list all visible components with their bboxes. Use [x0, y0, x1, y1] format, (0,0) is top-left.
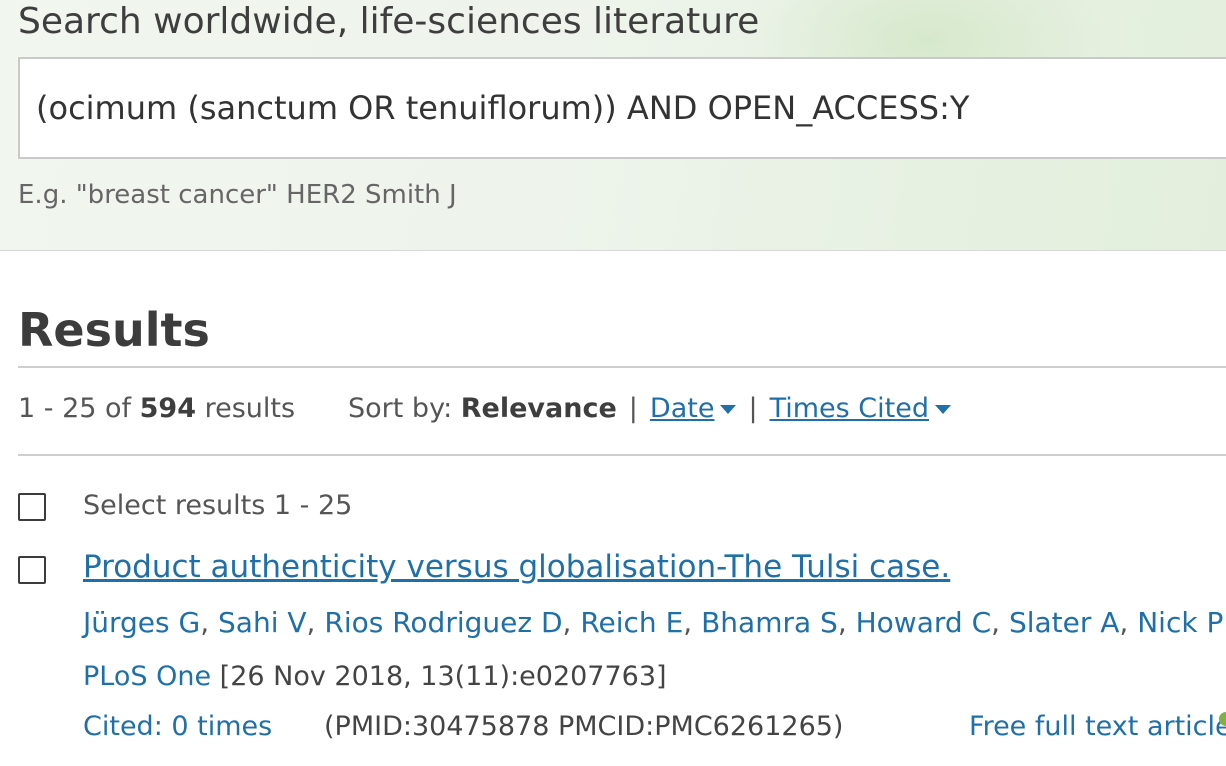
author-link[interactable]: Jürges G	[83, 606, 200, 639]
select-all-checkbox[interactable]	[18, 493, 46, 521]
sort-relevance: Relevance	[460, 393, 617, 424]
results-range: 1 - 25 of	[18, 393, 140, 424]
caret-down-icon	[934, 405, 951, 414]
results-total: 594	[139, 393, 197, 424]
sort-date-link[interactable]: Date	[650, 393, 737, 424]
select-all-label: Select results 1 - 25	[83, 490, 353, 521]
sort-separator: |	[748, 393, 758, 424]
cited-count-link[interactable]: Cited: 0 times	[83, 711, 272, 742]
search-query-text[interactable]: (ocimum (sanctum OR tenuiflorum)) AND OP…	[36, 89, 969, 127]
author-link[interactable]: Bhamra S	[701, 606, 838, 639]
search-heading: Search worldwide, life-sciences literatu…	[18, 1, 760, 42]
article-identifiers: (PMID:30475878 PMCID:PMC6261265)	[324, 711, 844, 742]
divider	[18, 454, 1226, 456]
divider	[18, 366, 1226, 368]
search-panel: Search worldwide, life-sciences literatu…	[0, 0, 1226, 251]
sort-label: Sort by:	[348, 393, 461, 424]
author-link[interactable]: Nick P	[1137, 606, 1223, 639]
author-link[interactable]: Slater A	[1009, 606, 1119, 639]
search-input[interactable]: (ocimum (sanctum OR tenuiflorum)) AND OP…	[18, 57, 1226, 159]
free-full-text-link[interactable]: Free full text article	[969, 711, 1226, 742]
sort-times-cited-label[interactable]: Times Cited	[770, 393, 929, 424]
open-access-icon	[1219, 712, 1226, 726]
results-title: Results	[18, 303, 210, 357]
article-citation: [26 Nov 2018, 13(11):e0207763]	[211, 661, 667, 692]
author-link[interactable]: Howard C	[856, 606, 992, 639]
author-link[interactable]: Sahi V	[218, 606, 307, 639]
sort-separator: |	[628, 393, 638, 424]
sort-date-label[interactable]: Date	[650, 393, 715, 424]
article-authors: Jürges G, Sahi V, Rios Rodriguez D, Reic…	[83, 606, 1224, 639]
results-summary-bar: 1 - 25 of 594 results Sort by: Relevance…	[18, 393, 951, 424]
select-article-checkbox[interactable]	[18, 556, 46, 584]
sort-controls: Sort by: Relevance | Date | Times Cited	[348, 393, 951, 424]
author-link[interactable]: Reich E	[580, 606, 683, 639]
author-link[interactable]: Rios Rodriguez D	[324, 606, 562, 639]
search-example-hint: E.g. "breast cancer" HER2 Smith J	[18, 180, 457, 210]
results-word: results	[196, 393, 296, 424]
article-title-link[interactable]: Product authenticity versus globalisatio…	[83, 549, 950, 585]
sort-times-cited-link[interactable]: Times Cited	[770, 393, 951, 424]
article-journal-line: PLoS One [26 Nov 2018, 13(11):e0207763]	[83, 661, 667, 692]
journal-name[interactable]: PLoS One	[83, 661, 211, 692]
caret-down-icon	[720, 405, 737, 414]
